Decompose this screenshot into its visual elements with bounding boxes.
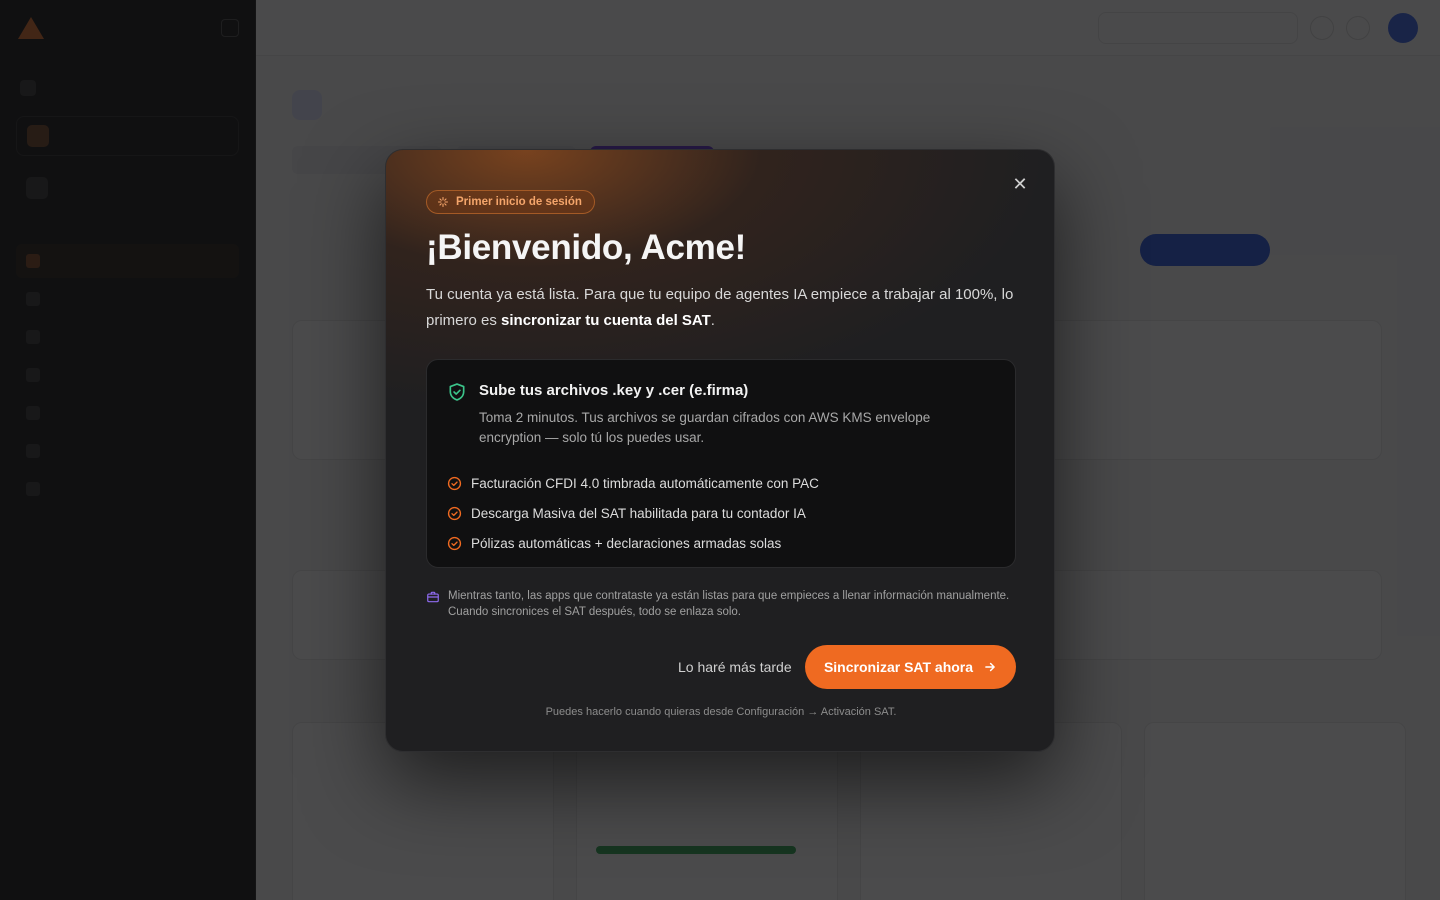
note-text: Mientras tanto, las apps que contrataste… — [448, 590, 1010, 618]
info-note: Mientras tanto, las apps que contrataste… — [426, 588, 1016, 620]
later-button[interactable]: Lo haré más tarde — [678, 657, 792, 677]
arrow-right-icon — [985, 662, 995, 672]
close-icon[interactable]: ✕ — [1010, 174, 1030, 194]
first-login-badge: Primer inicio de sesión — [426, 190, 595, 214]
list-item: Pólizas automáticas + declaraciones arma… — [447, 528, 819, 558]
sync-sat-button[interactable]: Sincronizar SAT ahora — [805, 645, 1016, 689]
box-title: Sube tus archivos .key y .cer (e.firma) — [479, 382, 749, 399]
check-circle-icon — [447, 476, 462, 490]
footnote: Puedes hacerlo cuando quieras desde Conf… — [545, 706, 897, 718]
lead-highlight: sincronizar tu cuenta del SAT — [501, 312, 711, 329]
welcome-description: Tu cuenta ya está lista. Para que tu equ… — [426, 282, 1016, 334]
list-item-label: Pólizas automáticas + declaraciones arma… — [471, 535, 782, 551]
sat-info-box: Sube tus archivos .key y .cer (e.firma) … — [426, 359, 1016, 568]
benefits-list: Facturación CFDI 4.0 timbrada automática… — [447, 468, 819, 558]
check-circle-icon — [447, 506, 462, 520]
check-circle-icon — [447, 536, 462, 550]
sync-sat-label: Sincronizar SAT ahora — [823, 659, 974, 675]
lead-end: . — [710, 312, 715, 329]
list-item-label: Descarga Masiva del SAT habilitada para … — [471, 505, 806, 521]
box-description: Toma 2 minutos. Tus archivos se guardan … — [479, 410, 931, 445]
briefcase-icon — [427, 591, 439, 603]
badge-label: Primer inicio de sesión — [456, 196, 582, 208]
list-item-label: Facturación CFDI 4.0 timbrada automática… — [471, 475, 819, 491]
welcome-title: ¡Bienvenido, Acme! — [426, 228, 747, 267]
sparkle-icon — [437, 196, 449, 208]
welcome-dialog: ✕ Primer inicio de sesión ¡Bienvenido, A… — [385, 149, 1055, 752]
shield-check-icon — [449, 383, 465, 401]
list-item: Descarga Masiva del SAT habilitada para … — [447, 498, 819, 528]
list-item: Facturación CFDI 4.0 timbrada automática… — [447, 468, 819, 498]
